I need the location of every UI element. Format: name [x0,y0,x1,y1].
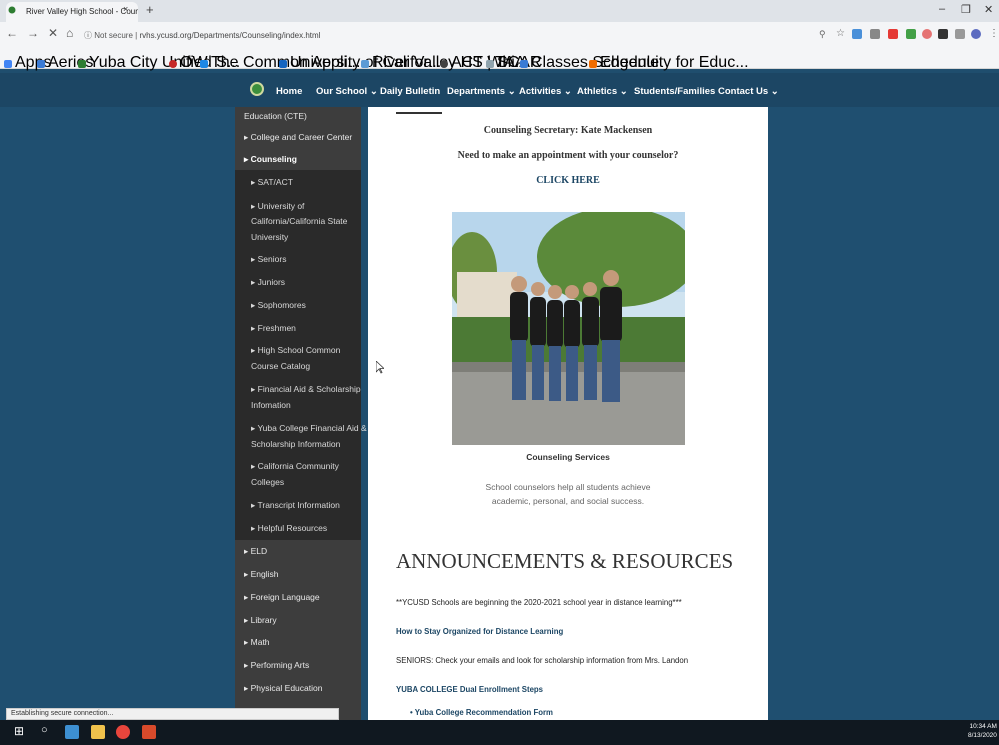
link-recommendation-form[interactable]: • Yuba College Recommendation Form [410,708,553,717]
announcement-seniors: SENIORS: Check your emails and look for … [396,656,689,665]
submenu-item-ccc-line2[interactable]: Colleges [251,475,284,490]
info-icon: ⓘ [84,31,95,40]
submenu-item-uc-csu-line3[interactable]: University [251,230,288,245]
tab-close-icon[interactable]: × [123,4,128,14]
submenu-item-financial-aid[interactable]: ▸ Financial Aid & Scholarship [251,382,361,397]
submenu-item-sophomores[interactable]: ▸ Sophomores [251,298,306,313]
secretary-text: Counseling Secretary: Kate Mackensen [483,125,653,136]
extension-grid-icon[interactable] [870,29,880,39]
nav-contact-us[interactable]: Contact Us ⌄ [718,86,779,97]
task-view-icon[interactable] [65,725,79,739]
tab-title: River Valley High School - Couns [26,7,138,16]
back-button[interactable]: ← [6,26,18,40]
submenu-item-ccc[interactable]: ▸ California Community [251,459,339,474]
submenu-item-yuba-financial-aid-line2[interactable]: Scholarship Information [251,437,340,452]
pin-icon[interactable] [938,29,948,39]
restore-button[interactable]: ❐ [961,3,971,16]
school-favicon-icon [8,6,16,14]
nav-athletics[interactable]: Athletics ⌄ [577,86,628,97]
close-window-button[interactable]: ✕ [984,3,993,16]
sidebar-item-counseling[interactable]: ▸ Counseling [244,152,297,167]
submenu-item-helpful-resources[interactable]: ▸ Helpful Resources [251,521,327,536]
status-bar: Establishing secure connection... [6,708,339,720]
reading-list-icon[interactable] [955,29,965,39]
search-icon[interactable]: ○ [41,724,48,736]
extension-icon[interactable] [922,29,932,39]
file-explorer-icon[interactable] [91,725,105,739]
home-button[interactable]: ⌂ [66,26,73,40]
submenu-item-financial-aid-line2[interactable]: Infomation [251,398,291,413]
zoom-icon[interactable]: ⚲ [819,29,826,40]
submenu-item-freshmen[interactable]: ▸ Freshmen [251,321,296,336]
mouse-cursor-icon [376,361,384,374]
submenu-item-uc-csu-line2[interactable]: California/California State [251,214,347,229]
sidebar-item-english[interactable]: ▸ English [244,567,279,582]
nav-activities[interactable]: Activities ⌄ [519,86,572,97]
menu-kebab-icon[interactable]: ⋮ [989,28,999,39]
submenu-item-yuba-financial-aid[interactable]: ▸ Yuba College Financial Aid & [251,421,367,436]
submenu-item-course-catalog-line2[interactable]: Course Catalog [251,359,310,374]
sidebar-item-physical-education[interactable]: ▸ Physical Education [244,681,322,696]
counseling-description: School counselors help all students achi… [485,482,651,506]
sidebar-item-math[interactable]: ▸ Math [244,635,270,650]
url-text: rvhs.ycusd.org/Departments/Counseling/in… [139,31,321,40]
click-here-link[interactable]: CLICK HERE [368,175,768,186]
taskbar-clock[interactable]: 10:34 AM 8/13/2020 [968,722,997,740]
page-background-right [768,107,999,720]
browser-tab[interactable]: River Valley High School - Couns [6,2,138,22]
submenu-item-transcript[interactable]: ▸ Transcript Information [251,498,340,513]
office-icon[interactable] [142,725,156,739]
school-logo[interactable] [250,82,264,96]
announcement-distance-learning: **YCUSD Schools are beginning the 2020-2… [396,598,682,607]
sidebar-item-cte[interactable]: Education (CTE) [244,109,307,124]
stop-reload-button[interactable]: ✕ [48,26,58,40]
bookmark-edgenuity[interactable]: Edgenuity for Educ... [589,54,749,72]
counseling-staff-photo [452,212,685,445]
security-label: Not secure [94,31,133,40]
nav-departments[interactable]: Departments ⌄ [447,86,516,97]
profile-avatar[interactable] [971,29,981,39]
sidebar-item-foreign-language[interactable]: ▸ Foreign Language [244,590,320,605]
nav-our-school[interactable]: Our School ⌄ [316,86,378,97]
new-tab-button[interactable]: + [146,2,154,17]
bookmark-star-icon[interactable]: ☆ [836,28,845,39]
submenu-item-sat-act[interactable]: ▸ SAT/ACT [251,175,293,190]
extension-icon[interactable] [888,29,898,39]
submenu-item-seniors[interactable]: ▸ Seniors [251,252,286,267]
nav-daily-bulletin[interactable]: Daily Bulletin [380,86,440,97]
photo-caption: Counseling Services [526,452,610,462]
url-input[interactable]: ⓘ Not secure | rvhs.ycusd.org/Department… [84,26,809,44]
sidebar-item-eld[interactable]: ▸ ELD [244,544,267,559]
announcements-heading: ANNOUNCEMENTS & RESOURCES [396,549,734,573]
link-stay-organized[interactable]: How to Stay Organized for Distance Learn… [396,627,563,636]
chrome-icon[interactable] [116,725,130,739]
extension-icon[interactable] [852,29,862,39]
windows-start-icon[interactable]: ⊞ [14,724,24,738]
sidebar-item-performing-arts[interactable]: ▸ Performing Arts [244,658,309,673]
extension-icon[interactable] [906,29,916,39]
minimize-button[interactable]: – [939,3,945,15]
nav-students-families[interactable]: Students/Families [634,86,715,97]
submenu-item-juniors[interactable]: ▸ Juniors [251,275,285,290]
submenu-item-uc-csu[interactable]: ▸ University of [251,199,304,214]
nav-home[interactable]: Home [276,86,302,97]
sidebar-item-library[interactable]: ▸ Library [244,613,277,628]
appointment-text: Need to make an appointment with your co… [457,150,679,161]
sidebar-item-college-career[interactable]: ▸ College and Career Center [244,130,352,145]
link-dual-enrollment[interactable]: YUBA COLLEGE Dual Enrollment Steps [396,685,543,694]
heading-rule [396,112,442,114]
forward-button[interactable]: → [27,26,39,40]
submenu-item-course-catalog[interactable]: ▸ High School Common [251,343,340,358]
page-background-left [0,107,235,720]
